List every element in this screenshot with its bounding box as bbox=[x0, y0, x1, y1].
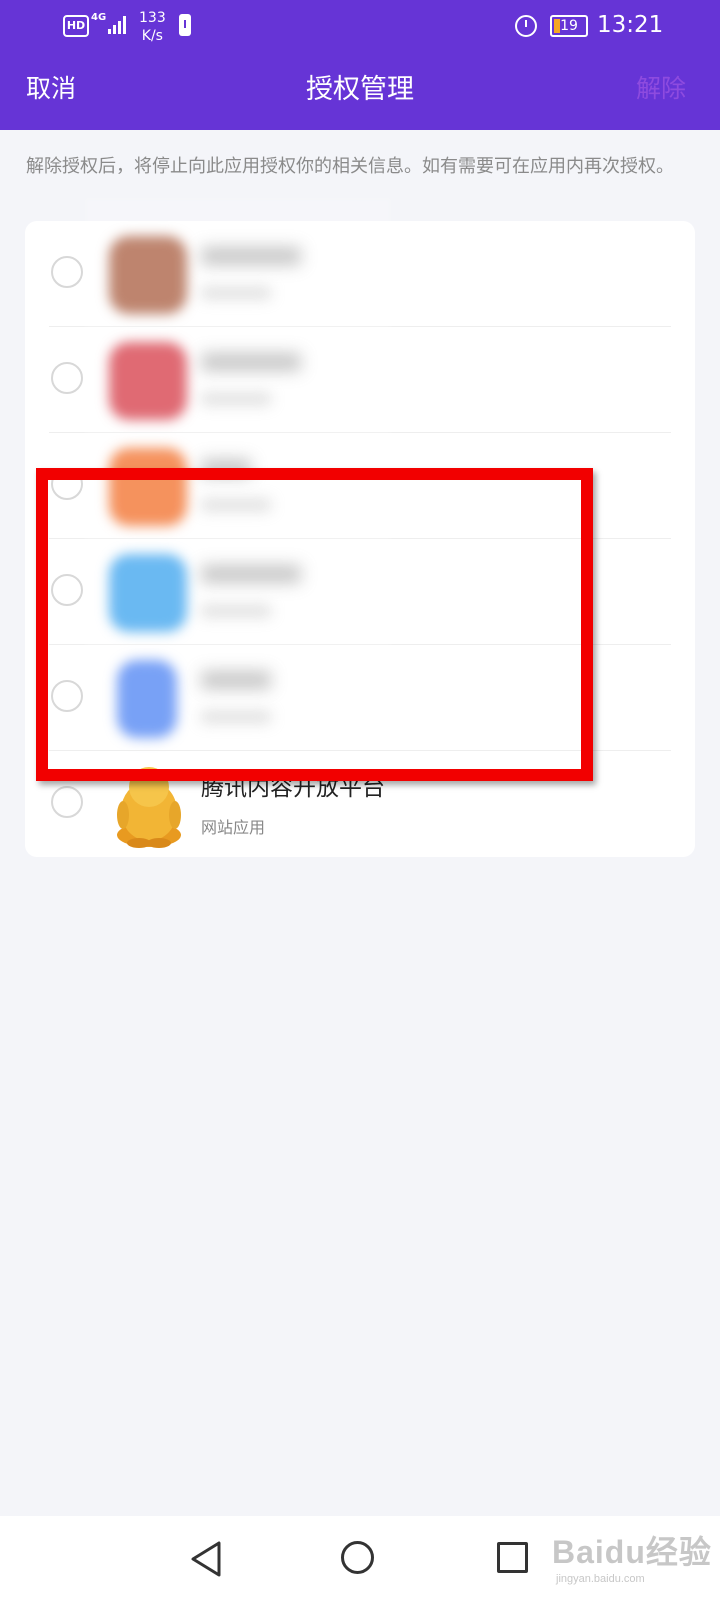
app-type-blurred bbox=[201, 393, 271, 405]
app-name-blurred bbox=[201, 247, 301, 265]
network-type: 4G bbox=[91, 12, 107, 23]
watermark-main: Baidu经验 bbox=[552, 1534, 712, 1570]
app-icon bbox=[109, 236, 187, 314]
app-type-blurred bbox=[201, 287, 271, 299]
watermark-url: jingyan.baidu.com bbox=[556, 1573, 645, 1585]
notification-icon bbox=[179, 14, 191, 36]
recent-apps-icon[interactable] bbox=[497, 1542, 528, 1573]
select-radio[interactable] bbox=[51, 362, 83, 394]
app-name-blurred bbox=[201, 353, 301, 371]
signal-icon bbox=[108, 14, 130, 34]
app-row[interactable] bbox=[25, 221, 695, 327]
description-text: 解除授权后，将停止向此应用授权你的相关信息。如有需要可在应用内再次授权。 bbox=[26, 156, 674, 177]
remove-authorization-button[interactable]: 解除 bbox=[636, 72, 686, 106]
red-highlight-box bbox=[36, 468, 593, 781]
app-type: 网站应用 bbox=[201, 818, 266, 837]
alarm-icon bbox=[515, 15, 537, 37]
app-icon bbox=[109, 342, 187, 420]
home-icon[interactable] bbox=[341, 1541, 374, 1574]
battery-indicator: 19 bbox=[550, 15, 588, 37]
network-speed: 133 K/s bbox=[139, 10, 166, 44]
hd-badge: HD bbox=[63, 15, 89, 37]
baidu-watermark: Baidu经验 jingyan.baidu.com bbox=[552, 1522, 712, 1596]
status-bar: HD 4G 133 K/s 19 13:21 bbox=[0, 0, 720, 52]
page-title: 授权管理 bbox=[306, 74, 414, 105]
back-icon[interactable] bbox=[188, 1540, 224, 1578]
select-radio[interactable] bbox=[51, 256, 83, 288]
top-bar: HD 4G 133 K/s 19 13:21 取消 授权管理 解除 bbox=[0, 0, 720, 130]
select-radio[interactable] bbox=[51, 786, 83, 818]
app-row[interactable] bbox=[25, 327, 695, 433]
status-time: 13:21 bbox=[597, 12, 664, 38]
